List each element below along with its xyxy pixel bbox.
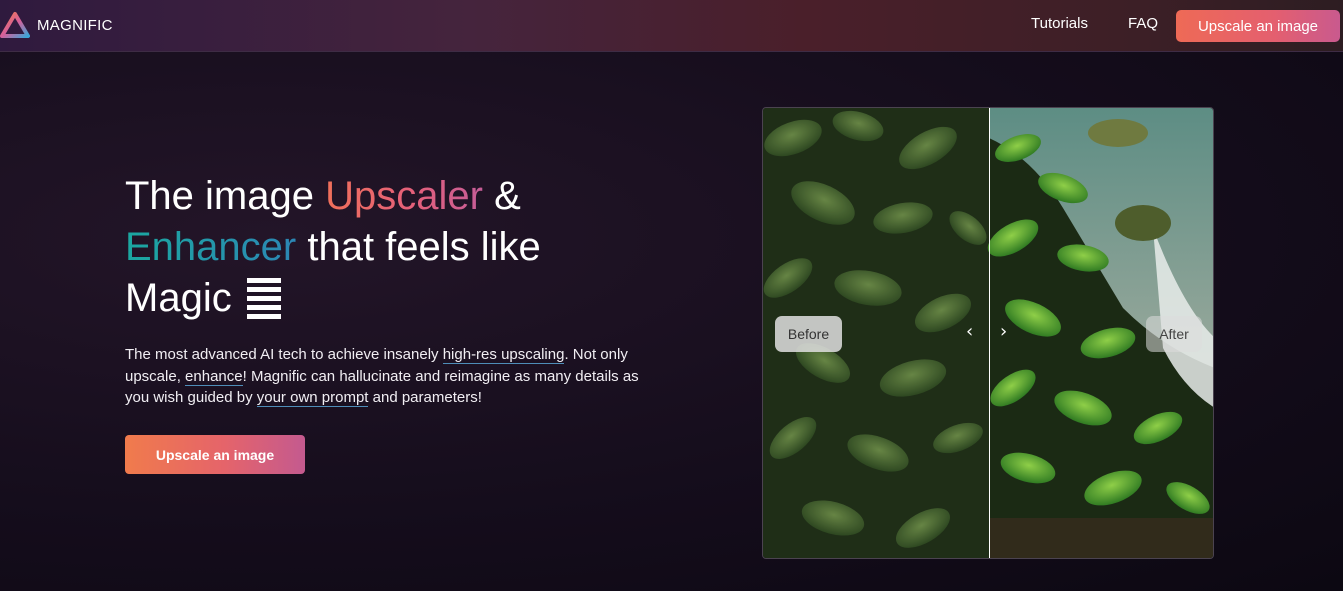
triangle-logo-icon[interactable]	[0, 11, 30, 39]
comparison-slider-divider[interactable]	[989, 108, 990, 558]
hero-description: The most advanced AI tech to achieve ins…	[125, 344, 655, 409]
high-res-link[interactable]: high-res upscaling	[442, 346, 565, 364]
before-after-comparison[interactable]: ‹ › Before After	[762, 107, 1214, 559]
prompt-link[interactable]: your own prompt	[256, 389, 369, 407]
nav-link-faq[interactable]: FAQ	[1128, 15, 1158, 32]
top-navbar: MAGNIFIC Tutorials FAQ Upscale an image	[0, 0, 1343, 52]
after-label: After	[1146, 316, 1202, 352]
chevron-left-icon[interactable]: ‹	[966, 322, 973, 342]
chevron-right-icon[interactable]: ›	[1000, 322, 1007, 342]
title-text-1: The image	[125, 174, 326, 218]
desc-text-1: The most advanced AI tech to achieve ins…	[125, 346, 443, 363]
title-text-2: &	[482, 174, 521, 218]
before-label: Before	[775, 316, 842, 352]
nav-upscale-button[interactable]: Upscale an image	[1176, 10, 1340, 42]
hero-upscale-button[interactable]: Upscale an image	[125, 435, 305, 474]
magic-bars-icon	[246, 278, 281, 319]
title-upscaler-word: Upscaler	[325, 174, 483, 218]
brand-name[interactable]: MAGNIFIC	[37, 17, 113, 34]
hero-title: The image Upscaler & Enhancer that feels…	[125, 171, 665, 324]
title-magic-word: Magic	[125, 276, 232, 320]
nav-link-tutorials[interactable]: Tutorials	[1031, 15, 1088, 32]
desc-text-4: and parameters!	[368, 389, 482, 406]
title-enhancer-word: Enhancer	[125, 225, 297, 269]
enhance-link[interactable]: enhance	[185, 367, 243, 386]
title-text-3: that feels like	[296, 225, 541, 269]
